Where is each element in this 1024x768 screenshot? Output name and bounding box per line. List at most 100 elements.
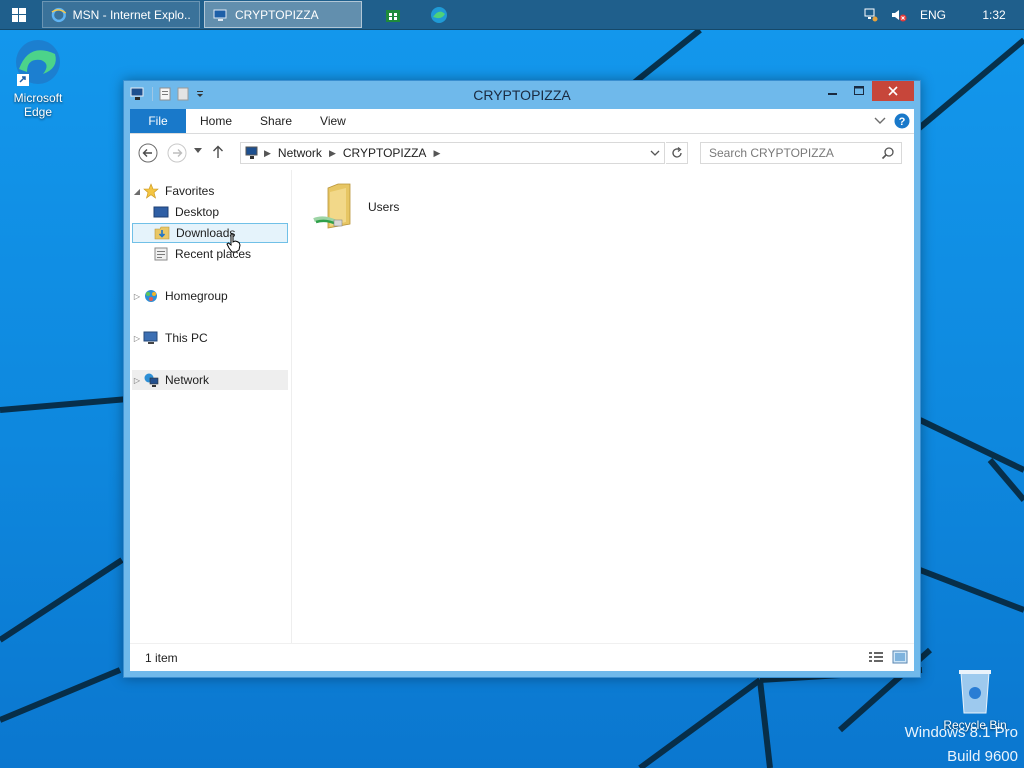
edge-icon [431,6,447,23]
nav-item-this-pc[interactable]: ▷ This PC [132,328,288,348]
minimize-icon [828,93,837,95]
expand-arrow-icon[interactable]: ▷ [132,334,142,343]
shared-folder-icon [313,183,351,229]
explorer-body: ◢ Favorites Desktop Downloads Recent pla… [130,170,914,643]
ribbon-tabs: File Home Share View ? [130,109,914,134]
desktop-icon-edge[interactable]: Microsoft Edge [0,36,76,119]
taskbar-pin-store[interactable] [370,0,416,30]
close-button[interactable] [872,81,914,101]
desktop-folder-icon [152,204,170,220]
nav-label: Desktop [175,205,220,219]
volume-tray-icon[interactable] [888,0,910,30]
hand-cursor-icon [226,233,241,253]
desktop-icon-label: Edge [23,105,53,119]
help-icon[interactable]: ? [894,113,910,129]
address-history-button[interactable] [646,143,664,163]
recent-locations-button[interactable] [194,148,202,154]
address-bar[interactable]: ▶ Network ▶ CRYPTOPIZZA ▶ [240,142,665,164]
expand-ribbon-icon[interactable] [874,117,886,125]
nav-item-desktop[interactable]: Desktop [132,202,288,222]
navigation-pane: ◢ Favorites Desktop Downloads Recent pla… [130,170,292,643]
forward-button[interactable] [167,143,187,163]
nav-item-favorites[interactable]: ◢ Favorites [132,181,288,201]
recycle-bin-icon [959,670,991,714]
tab-share[interactable]: Share [246,109,306,133]
recent-places-icon [152,246,170,262]
close-icon [888,86,898,96]
collapse-arrow-icon[interactable]: ◢ [132,187,142,196]
maximize-icon [854,86,864,95]
nav-label: Homegroup [165,289,228,303]
network-status-icon [864,8,878,21]
breadcrumb-separator-icon[interactable]: ▶ [261,148,274,159]
taskbar-item-explorer[interactable]: CRYPTOPIZZA [204,1,362,28]
ie-icon [51,7,67,22]
expand-arrow-icon[interactable]: ▷ [132,292,142,301]
homegroup-icon [142,288,160,304]
taskbar-item-ie[interactable]: MSN - Internet Explo... [42,1,200,28]
desktop-icon-recycle-bin[interactable]: Recycle Bin [937,667,1013,732]
refresh-icon [671,147,682,158]
nav-item-network[interactable]: ▷ Network [132,370,288,390]
search-icon[interactable] [881,146,895,160]
clock[interactable]: 1:32 [964,8,1024,22]
nav-item-downloads[interactable]: Downloads [132,223,288,243]
network-location-icon [245,146,258,159]
nav-item-recent-places[interactable]: Recent places [132,244,288,264]
windows-logo-icon [12,7,26,22]
minimize-button[interactable] [820,81,846,101]
nav-label: Favorites [165,184,215,198]
window-title: CRYPTOPIZZA [473,87,571,103]
computer-icon [142,330,160,346]
search-placeholder: Search CRYPTOPIZZA [709,146,834,160]
address-row: ▶ Network ▶ CRYPTOPIZZA ▶ Search CRYPTOP… [130,134,914,170]
taskbar-pin-edge[interactable] [416,0,462,30]
details-view-icon[interactable] [868,650,884,664]
taskbar-item-label: CRYPTOPIZZA [235,7,319,22]
title-bar[interactable]: CRYPTOPIZZA [124,81,920,109]
tab-file[interactable]: File [130,109,186,133]
status-bar: 1 item [130,643,914,671]
forward-arrow-icon [167,143,187,163]
up-button[interactable] [212,145,224,159]
edge-icon [16,40,60,86]
language-indicator[interactable]: ENG [910,8,964,22]
os-watermark-build: Build 9600 [947,748,1018,765]
back-arrow-icon [138,143,158,163]
nav-item-homegroup[interactable]: ▷ Homegroup [132,286,288,306]
chevron-down-icon [650,150,660,156]
downloads-folder-icon [153,225,171,241]
start-button[interactable] [0,0,38,30]
search-box[interactable]: Search CRYPTOPIZZA [700,142,902,164]
tab-view[interactable]: View [306,109,360,133]
large-icons-view-icon[interactable] [892,650,908,664]
maximize-button[interactable] [846,81,872,101]
up-arrow-icon [213,145,223,158]
taskbar: MSN - Internet Explo... CRYPTOPIZZA ENG … [0,0,1024,30]
chevron-down-icon [194,148,202,153]
taskbar-item-label: MSN - Internet Explo... [72,7,191,22]
file-item-label: Users [368,200,400,214]
store-icon [386,9,400,22]
favorites-star-icon [142,183,160,199]
expand-arrow-icon[interactable]: ▷ [132,376,142,385]
network-tray-icon[interactable] [860,0,882,30]
refresh-button[interactable] [666,142,688,164]
breadcrumb-cryptopizza[interactable]: CRYPTOPIZZA [339,146,431,160]
ribbon-controls: ? [874,109,914,133]
volume-muted-icon [891,9,907,21]
network-folder-icon [213,9,227,21]
network-icon [142,372,160,388]
file-item-users[interactable]: Users [310,182,399,232]
svg-text:?: ? [899,116,906,128]
os-watermark-edition: Windows 8.1 Pro [904,724,1018,741]
breadcrumb-separator-icon[interactable]: ▶ [326,148,339,159]
breadcrumb-network[interactable]: Network [274,146,326,160]
breadcrumb-separator-icon[interactable]: ▶ [430,148,443,159]
explorer-window: CRYPTOPIZZA File Home Share View ? ▶ Net… [123,80,921,678]
view-toggles [868,650,908,664]
tab-home[interactable]: Home [186,109,246,133]
back-button[interactable] [138,143,158,163]
item-count: 1 item [145,650,178,665]
system-tray: ENG 1:32 [860,0,1024,30]
